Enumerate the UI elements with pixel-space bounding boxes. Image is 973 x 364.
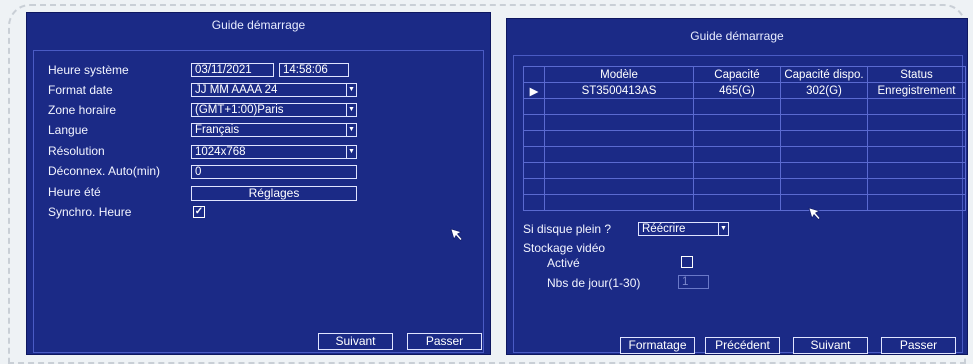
system-time-field[interactable]: 14:58:06: [279, 63, 349, 77]
previous-button[interactable]: Précédent: [705, 337, 780, 354]
system-time-label: Heure système: [48, 63, 129, 77]
storage-active-label: Activé: [547, 256, 580, 270]
table-row[interactable]: [523, 98, 966, 115]
table-cell-available: 302(G): [780, 82, 868, 99]
table-row[interactable]: [523, 146, 966, 163]
language-select[interactable]: Français ▼: [191, 123, 357, 137]
table-row[interactable]: [523, 162, 966, 179]
dropdown-arrow-icon[interactable]: ▼: [346, 104, 356, 116]
timezone-label: Zone horaire: [48, 103, 117, 117]
next-button[interactable]: Suivant: [793, 337, 868, 354]
table-cell-status: Enregistrement: [867, 82, 966, 99]
auto-logout-field[interactable]: 0: [191, 165, 357, 179]
disk-table: Modèle Capacité Capacité dispo. Status ▶…: [523, 66, 966, 211]
dropdown-arrow-icon[interactable]: ▼: [346, 84, 356, 96]
skip-button[interactable]: Passer: [407, 333, 482, 350]
table-row[interactable]: [523, 194, 966, 211]
disk-full-select[interactable]: Réécrire ▼: [638, 222, 729, 236]
skip-button[interactable]: Passer: [881, 337, 956, 354]
date-format-value: JJ MM AAAA 24: [195, 84, 278, 96]
sync-time-label: Synchro. Heure: [48, 205, 132, 219]
date-format-label: Format date: [48, 83, 113, 97]
system-date-field[interactable]: 03/11/2021: [191, 63, 274, 77]
video-storage-label: Stockage vidéo: [523, 241, 606, 255]
left-setup-panel: Guide démarrage Heure système 03/11/2021…: [26, 12, 491, 355]
storage-days-field[interactable]: 1: [678, 275, 709, 289]
left-panel-title: Guide démarrage: [211, 18, 306, 32]
table-cell-capacity: 465(G): [693, 82, 781, 99]
resolution-label: Résolution: [48, 144, 105, 158]
dropdown-arrow-icon[interactable]: ▼: [718, 223, 728, 235]
dst-settings-button[interactable]: Réglages: [191, 186, 357, 201]
dropdown-arrow-icon[interactable]: ▼: [346, 146, 356, 158]
table-header-available: Capacité dispo.: [780, 66, 868, 83]
right-setup-panel: Guide démarrage Modèle Capacité Capacité…: [506, 18, 968, 355]
play-triangle-icon: ▶: [523, 82, 545, 99]
table-row[interactable]: [523, 178, 966, 195]
table-row[interactable]: ▶ ST3500413AS 465(G) 302(G) Enregistreme…: [523, 82, 966, 99]
dst-label: Heure été: [48, 185, 101, 199]
table-header-model: Modèle: [544, 66, 694, 83]
language-value: Français: [195, 124, 240, 136]
table-row[interactable]: [523, 130, 966, 147]
right-panel-title: Guide démarrage: [690, 29, 784, 43]
auto-logout-label: Déconnex. Auto(min): [48, 164, 161, 178]
resolution-value: 1024x768: [195, 146, 246, 158]
dropdown-arrow-icon[interactable]: ▼: [346, 124, 356, 136]
resolution-select[interactable]: 1024x768 ▼: [191, 145, 357, 159]
table-cell-model: ST3500413AS: [544, 82, 694, 99]
format-button[interactable]: Formatage: [620, 337, 695, 354]
date-format-select[interactable]: JJ MM AAAA 24 ▼: [191, 83, 357, 97]
sync-time-checkbox[interactable]: ✓: [193, 206, 205, 218]
next-button[interactable]: Suivant: [318, 333, 393, 350]
table-header-row: Modèle Capacité Capacité dispo. Status: [523, 66, 966, 83]
table-header-capacity: Capacité: [693, 66, 781, 83]
storage-days-label: Nbs de jour(1-30): [547, 276, 641, 290]
storage-active-checkbox[interactable]: [681, 256, 693, 268]
mouse-pointer-icon: [450, 228, 463, 241]
timezone-value: (GMT+1:00)Paris: [195, 104, 284, 116]
table-header-marker: [523, 66, 545, 83]
timezone-select[interactable]: (GMT+1:00)Paris ▼: [191, 103, 357, 117]
disk-full-value: Réécrire: [642, 223, 686, 235]
table-row[interactable]: [523, 114, 966, 131]
table-header-status: Status: [867, 66, 966, 83]
language-label: Langue: [48, 123, 89, 137]
disk-full-label: Si disque plein ?: [523, 222, 612, 236]
mouse-pointer-icon: [808, 207, 821, 220]
